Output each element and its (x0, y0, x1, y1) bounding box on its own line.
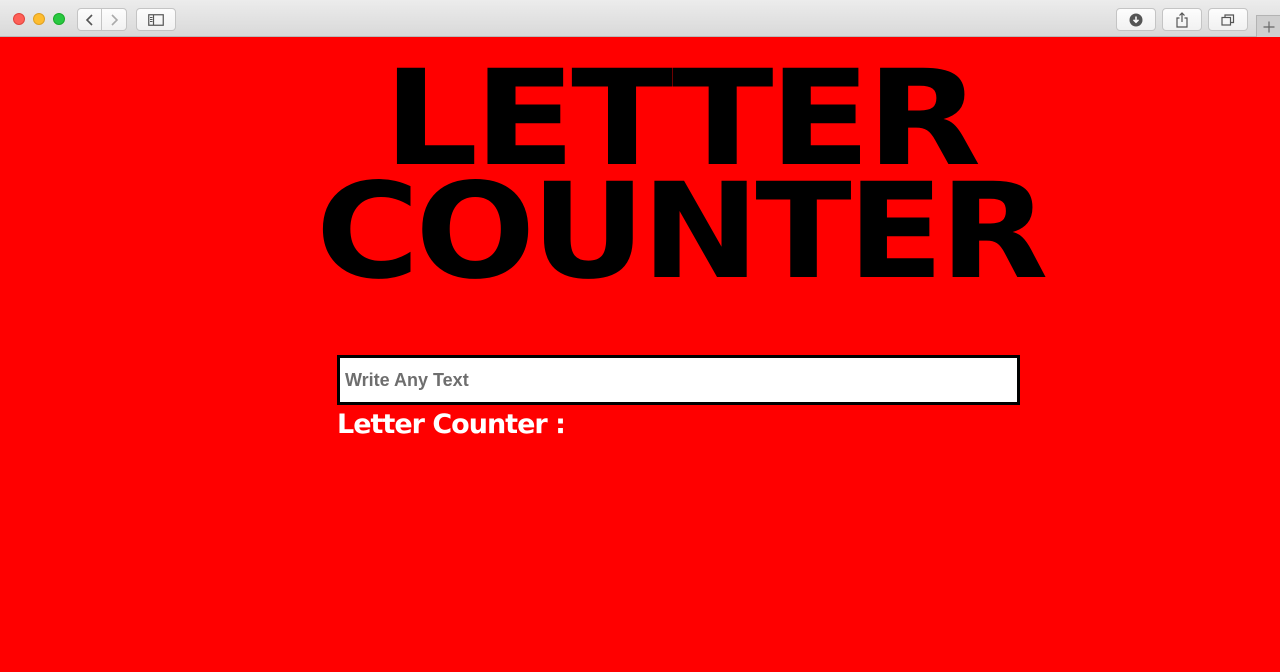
back-button[interactable] (77, 8, 102, 31)
forward-icon (111, 13, 119, 26)
plus-icon (1263, 21, 1274, 32)
window-close-button[interactable] (13, 13, 25, 25)
tab-overview-button[interactable] (1208, 8, 1248, 31)
share-button[interactable] (1162, 8, 1202, 31)
letter-counter-label: Letter Counter : (337, 409, 566, 440)
forward-button[interactable] (101, 8, 127, 31)
back-icon (85, 13, 93, 26)
browser-toolbar (0, 0, 1280, 37)
text-input[interactable] (337, 355, 1020, 405)
window-minimize-button[interactable] (33, 13, 45, 25)
sidebar-icon (148, 13, 164, 26)
new-tab-button[interactable] (1256, 15, 1280, 37)
title-line-2: COUNTER (315, 155, 1049, 309)
tabs-icon (1221, 13, 1235, 26)
share-icon (1176, 11, 1188, 28)
sidebar-button[interactable] (136, 8, 176, 31)
page-title: LETTER COUNTER (280, 53, 1080, 298)
letter-counter: Letter Counter : (337, 409, 571, 440)
downloads-button[interactable] (1116, 8, 1156, 31)
download-icon (1129, 13, 1143, 26)
window-maximize-button[interactable] (53, 13, 65, 25)
